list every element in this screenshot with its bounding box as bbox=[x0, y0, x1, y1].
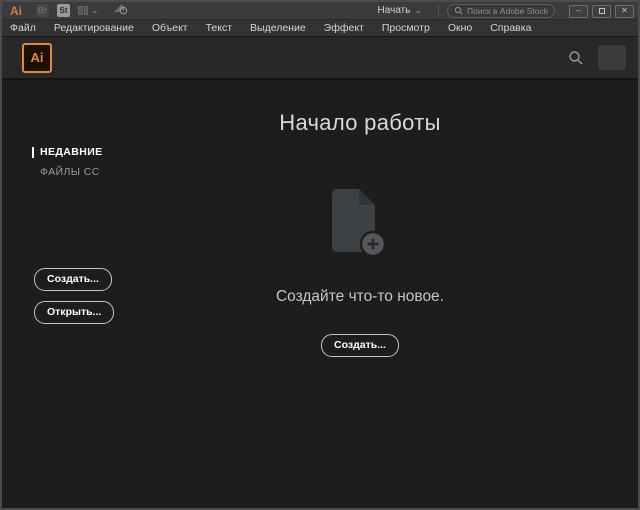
minimize-button[interactable]: – bbox=[569, 5, 588, 18]
chevron-down-icon: ⌄ bbox=[414, 6, 422, 15]
menu-type[interactable]: Текст bbox=[197, 22, 241, 34]
adobe-stock-search-input[interactable]: Поиск в Adobe Stock bbox=[447, 4, 555, 18]
maximize-icon bbox=[599, 8, 605, 14]
menu-bar: Файл Редактирование Объект Текст Выделен… bbox=[2, 20, 638, 37]
window-controls: – ✕ bbox=[569, 5, 634, 18]
illustrator-window: Ai Br St ⌄ Начать ⌄ bbox=[0, 0, 640, 510]
new-document-icon bbox=[331, 189, 389, 266]
empty-state-message: Создайте что-то новое. bbox=[276, 288, 444, 306]
maximize-button[interactable] bbox=[592, 5, 611, 18]
profile-avatar[interactable] bbox=[598, 45, 626, 70]
title-bar: Ai Br St ⌄ Начать ⌄ bbox=[2, 2, 638, 20]
page-title: Начало работы bbox=[279, 110, 440, 136]
menu-select[interactable]: Выделение bbox=[241, 22, 315, 34]
workspace-switcher[interactable]: ⌄ bbox=[78, 6, 99, 15]
menu-window[interactable]: Окно bbox=[439, 22, 481, 34]
close-button[interactable]: ✕ bbox=[615, 5, 634, 18]
home-header-right bbox=[568, 45, 626, 70]
chevron-down-icon: ⌄ bbox=[91, 6, 99, 15]
stock-icon[interactable]: St bbox=[57, 4, 70, 17]
menu-object[interactable]: Объект bbox=[143, 22, 197, 34]
start-dropdown-label: Начать bbox=[378, 5, 411, 16]
menu-file[interactable]: Файл bbox=[10, 22, 45, 34]
app-logo-icon: Ai bbox=[10, 4, 22, 18]
create-new-button[interactable]: Создать... bbox=[321, 334, 399, 357]
search-placeholder: Поиск в Adobe Stock bbox=[467, 6, 548, 16]
divider bbox=[438, 5, 439, 17]
menu-view[interactable]: Просмотр bbox=[373, 22, 439, 34]
start-dropdown[interactable]: Начать ⌄ bbox=[370, 5, 430, 16]
bridge-icon[interactable]: Br bbox=[36, 4, 49, 17]
main-area: Начало работы Создайте что-то новое. Соз… bbox=[82, 80, 638, 508]
titlebar-right: Начать ⌄ Поиск в Adobe Stock – ✕ bbox=[370, 4, 634, 18]
start-workspace: НЕДАВНИЕ ФАЙЛЫ CC Создать... Открыть... … bbox=[2, 80, 638, 508]
illustrator-logo-icon: Ai bbox=[22, 43, 52, 73]
gpu-performance-icon[interactable] bbox=[113, 2, 128, 20]
search-icon bbox=[454, 6, 464, 16]
home-header: Ai bbox=[2, 37, 638, 80]
search-icon[interactable] bbox=[568, 50, 584, 66]
workspace-layout-icon bbox=[78, 6, 88, 15]
menu-edit[interactable]: Редактирование bbox=[45, 22, 143, 34]
menu-effect[interactable]: Эффект bbox=[315, 22, 373, 34]
menu-help[interactable]: Справка bbox=[481, 22, 540, 34]
active-indicator bbox=[32, 147, 34, 158]
